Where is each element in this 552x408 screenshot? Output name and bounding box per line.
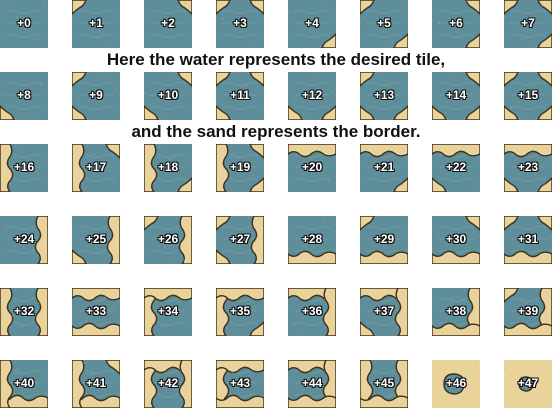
tile-44[interactable]: +44 (288, 360, 336, 408)
tile-number-label: +46 (445, 376, 467, 390)
tile-2[interactable]: +2 (144, 0, 192, 48)
tile-32[interactable]: +32 (0, 288, 48, 336)
tile-10[interactable]: +10 (144, 72, 192, 120)
tile-16[interactable]: +16 (0, 144, 48, 192)
tile-35[interactable]: +35 (216, 288, 264, 336)
tile-38[interactable]: +38 (432, 288, 480, 336)
tile-12[interactable]: +12 (288, 72, 336, 120)
tile-number-label: +15 (517, 88, 539, 102)
tile-34[interactable]: +34 (144, 288, 192, 336)
tile-number-label: +16 (13, 160, 35, 174)
tile-26[interactable]: +26 (144, 216, 192, 264)
tile-5[interactable]: +5 (360, 0, 408, 48)
tile-39[interactable]: +39 (504, 288, 552, 336)
tile-number-label: +4 (305, 16, 319, 30)
tile-25[interactable]: +25 (72, 216, 120, 264)
tile-number-label: +42 (157, 376, 179, 390)
tile-number-label: +23 (517, 160, 539, 174)
tile-number-label: +6 (449, 16, 463, 30)
tile-19[interactable]: +19 (216, 144, 264, 192)
tile-number-label: +39 (517, 304, 539, 318)
tile-number-label: +17 (85, 160, 107, 174)
tile-45[interactable]: +45 (360, 360, 408, 408)
tile-number-label: +25 (85, 232, 107, 246)
tile-number-label: +40 (13, 376, 35, 390)
tile-number-label: +21 (373, 160, 395, 174)
tile-40[interactable]: +40 (0, 360, 48, 408)
tile-number-label: +14 (445, 88, 467, 102)
tile-23[interactable]: +23 (504, 144, 552, 192)
tile-number-label: +11 (230, 88, 250, 102)
tile-number-label: +5 (377, 16, 391, 30)
tile-number-label: +28 (301, 232, 323, 246)
tile-number-label: +35 (229, 304, 251, 318)
tile-number-label: +8 (17, 88, 31, 102)
tile-number-label: +36 (301, 304, 323, 318)
tile-number-label: +27 (229, 232, 251, 246)
tile-number-label: +45 (373, 376, 395, 390)
tile-33[interactable]: +33 (72, 288, 120, 336)
tile-number-label: +33 (85, 304, 107, 318)
tile-41[interactable]: +41 (72, 360, 120, 408)
tile-number-label: +12 (301, 88, 323, 102)
tile-number-label: +13 (373, 88, 395, 102)
tile-number-label: +29 (373, 232, 395, 246)
tile-13[interactable]: +13 (360, 72, 408, 120)
tile-number-label: +44 (301, 376, 323, 390)
tile-number-label: +0 (17, 16, 31, 30)
tile-11[interactable]: +11 (216, 72, 264, 120)
tile-1[interactable]: +1 (72, 0, 120, 48)
tile-8[interactable]: +8 (0, 72, 48, 120)
tile-14[interactable]: +14 (432, 72, 480, 120)
tile-15[interactable]: +15 (504, 72, 552, 120)
tile-22[interactable]: +22 (432, 144, 480, 192)
tile-18[interactable]: +18 (144, 144, 192, 192)
tile-31[interactable]: +31 (504, 216, 552, 264)
tile-number-label: +31 (517, 232, 539, 246)
tile-number-label: +22 (445, 160, 467, 174)
tile-29[interactable]: +29 (360, 216, 408, 264)
tile-number-label: +41 (85, 376, 107, 390)
tile-0[interactable]: +0 (0, 0, 48, 48)
tile-36[interactable]: +36 (288, 288, 336, 336)
tile-7[interactable]: +7 (504, 0, 552, 48)
tile-number-label: +24 (13, 232, 35, 246)
tile-6[interactable]: +6 (432, 0, 480, 48)
tile-number-label: +47 (517, 376, 539, 390)
tile-24[interactable]: +24 (0, 216, 48, 264)
tile-4[interactable]: +4 (288, 0, 336, 48)
tile-number-label: +20 (301, 160, 323, 174)
tile-21[interactable]: +21 (360, 144, 408, 192)
tile-27[interactable]: +27 (216, 216, 264, 264)
tile-number-label: +32 (13, 304, 35, 318)
tile-9[interactable]: +9 (72, 72, 120, 120)
tile-43[interactable]: +43 (216, 360, 264, 408)
tile-number-label: +1 (89, 16, 103, 30)
tile-number-label: +43 (229, 376, 251, 390)
tile-37[interactable]: +37 (360, 288, 408, 336)
tile-number-label: +10 (157, 88, 179, 102)
tile-20[interactable]: +20 (288, 144, 336, 192)
tile-number-label: +9 (89, 88, 103, 102)
tile-47[interactable]: +47 (504, 360, 552, 408)
tile-number-label: +3 (233, 16, 247, 30)
tile-30[interactable]: +30 (432, 216, 480, 264)
caption-line-1: Here the water represents the desired ti… (106, 50, 446, 69)
tile-number-label: +19 (229, 160, 251, 174)
tile-number-label: +37 (373, 304, 395, 318)
tile-17[interactable]: +17 (72, 144, 120, 192)
tile-number-label: +18 (157, 160, 179, 174)
tile-46[interactable]: +46 (432, 360, 480, 408)
tile-42[interactable]: +42 (144, 360, 192, 408)
tile-28[interactable]: +28 (288, 216, 336, 264)
tile-number-label: +7 (521, 16, 535, 30)
tile-number-label: +30 (445, 232, 467, 246)
tile-number-label: +34 (157, 304, 179, 318)
tile-number-label: +2 (161, 16, 175, 30)
caption-line-2: and the sand represents the border. (131, 122, 421, 141)
tile-number-label: +26 (157, 232, 179, 246)
tile-3[interactable]: +3 (216, 0, 264, 48)
tile-number-label: +38 (445, 304, 467, 318)
